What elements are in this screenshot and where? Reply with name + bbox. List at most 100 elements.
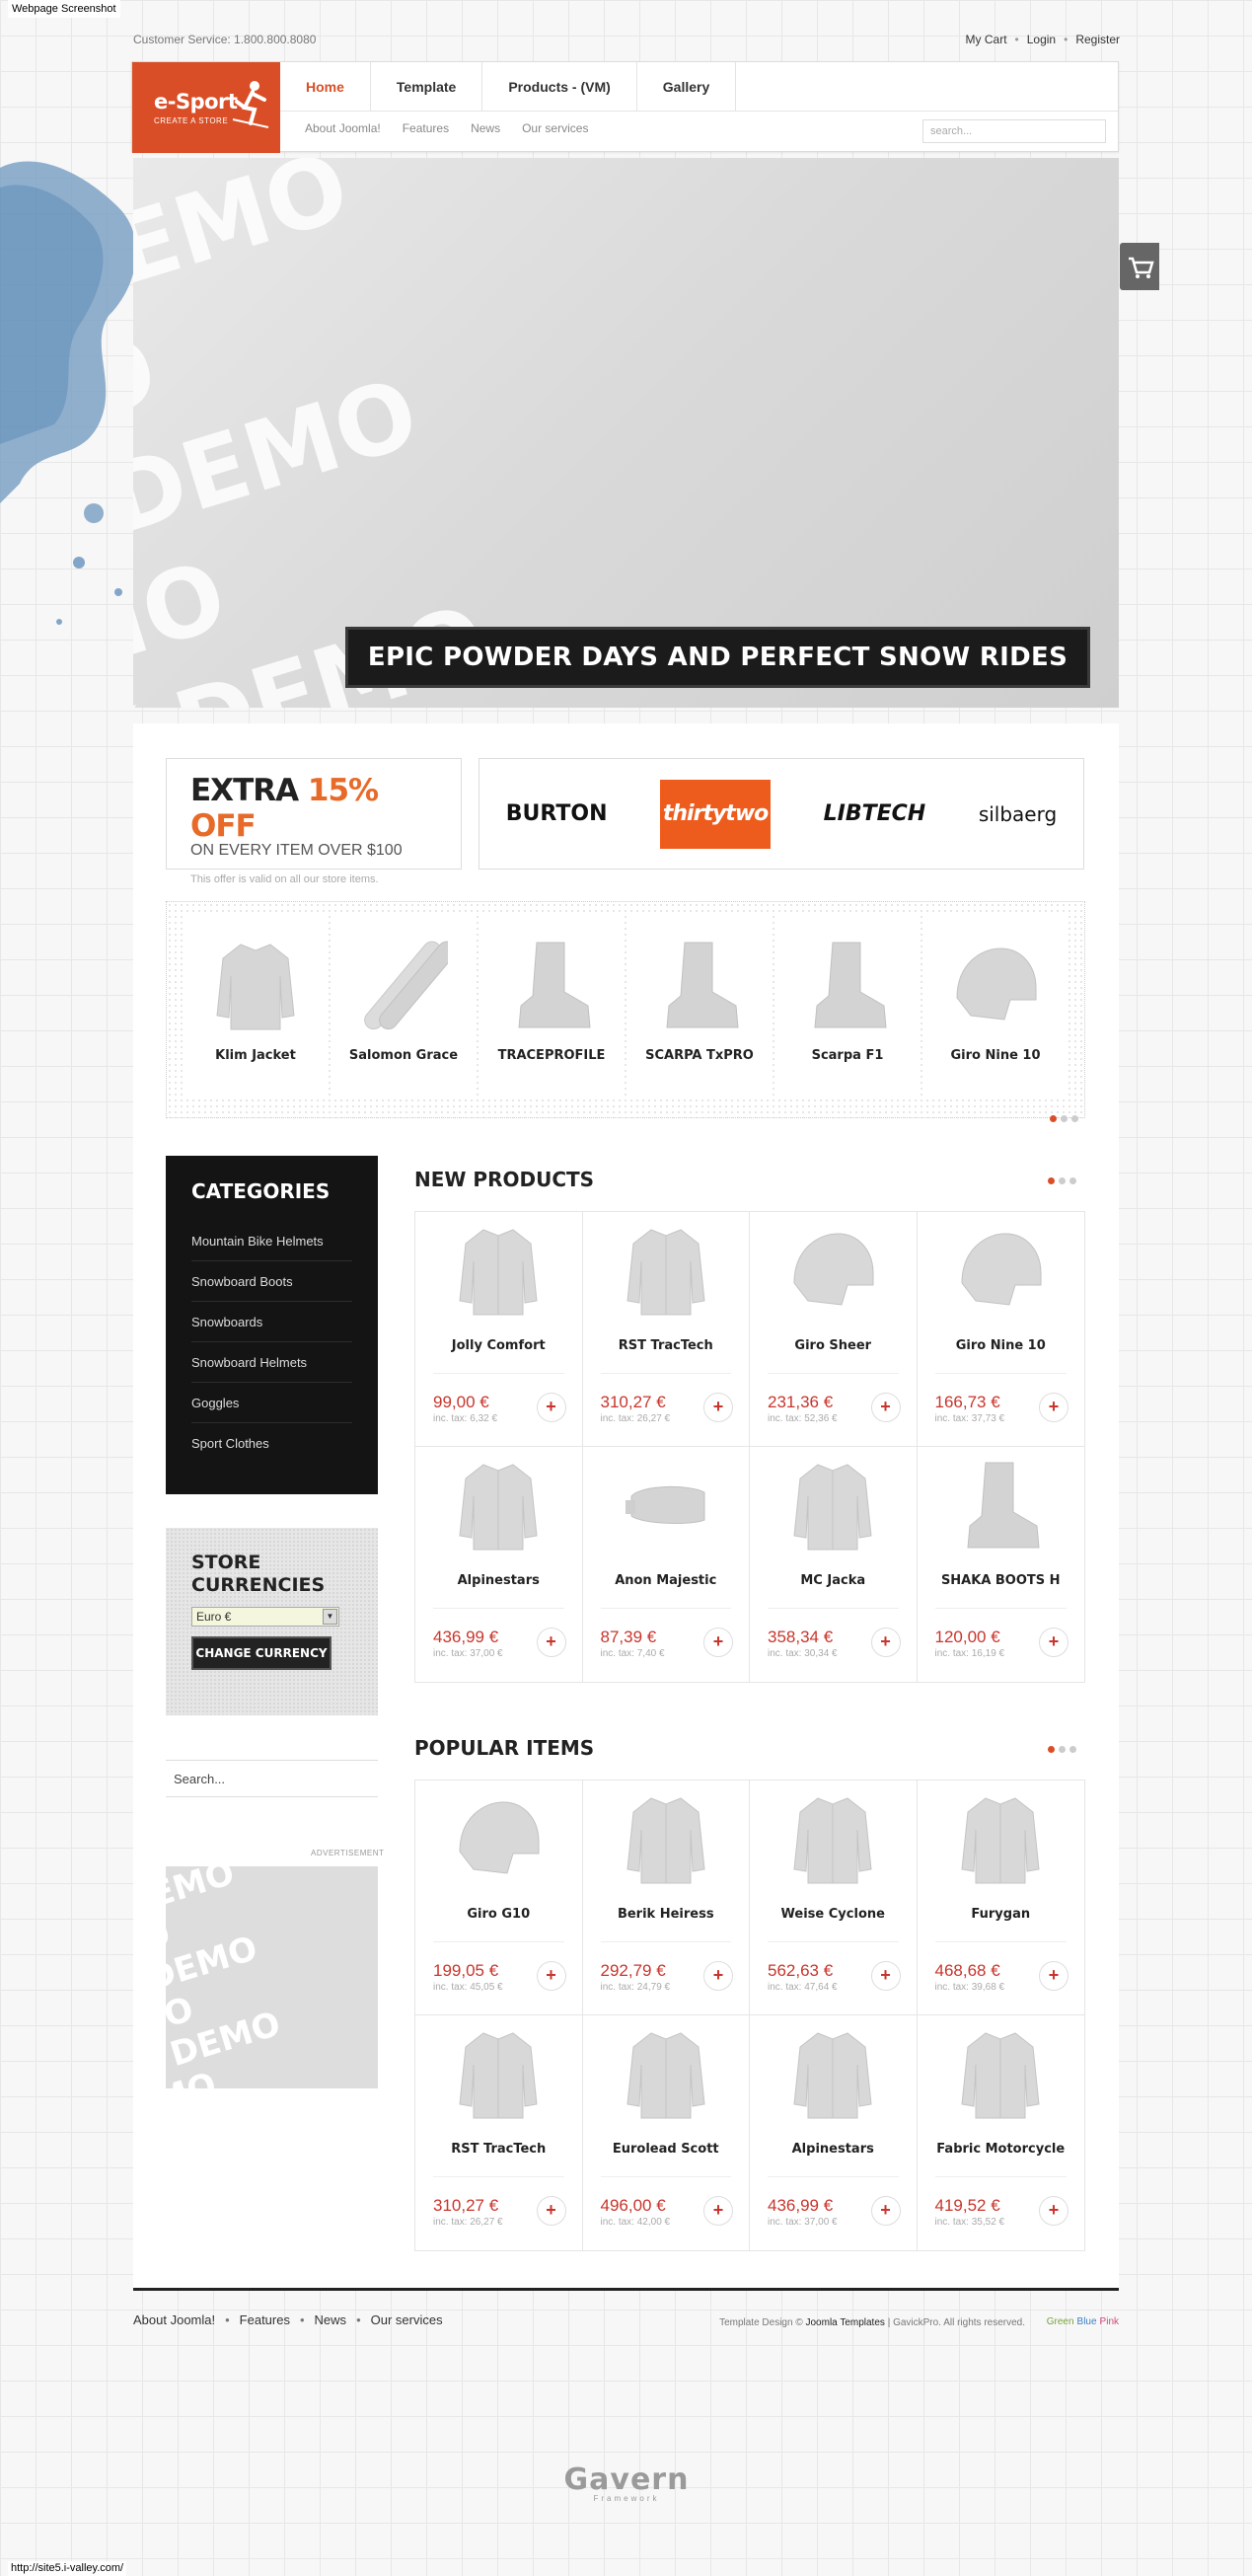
promo-box[interactable]: EXTRA 15% OFF ON EVERY ITEM OVER $100 Th… (166, 758, 462, 885)
product-card[interactable]: Fabric Motorcycle 419,52 € inc. tax: 35,52… (918, 2015, 1085, 2250)
add-to-cart-button[interactable]: + (703, 1393, 733, 1422)
add-to-cart-button[interactable]: + (1039, 2196, 1068, 2226)
brand-burton[interactable]: BURTON (506, 801, 608, 826)
register-link[interactable]: Register (1075, 33, 1120, 46)
pagination-dot[interactable] (1061, 1115, 1068, 1122)
add-to-cart-button[interactable]: + (1039, 1628, 1068, 1657)
add-to-cart-button[interactable]: + (536, 2196, 566, 2226)
carousel-item[interactable]: Salomon Grace (332, 912, 475, 1098)
site-logo[interactable]: e-Sport CREATE A STORE (132, 62, 280, 153)
add-to-cart-button[interactable]: + (1039, 1961, 1068, 1991)
product-name[interactable]: Giro Nine 10 (921, 1338, 1081, 1353)
nav-gallery[interactable]: Gallery (637, 62, 737, 111)
category-snowboard-boots[interactable]: Snowboard Boots (191, 1261, 352, 1302)
nav-home[interactable]: Home (280, 62, 371, 111)
footer-features[interactable]: Features (240, 2312, 290, 2327)
nav-template[interactable]: Template (371, 62, 483, 111)
joomla-templates-link[interactable]: Joomla Templates (805, 2317, 884, 2328)
category-goggles[interactable]: Goggles (191, 1383, 352, 1423)
product-name[interactable]: Giro G10 (419, 1907, 578, 1922)
carousel-item[interactable]: TRACEPROFILE (480, 912, 623, 1098)
product-name[interactable]: Fabric Motorcycle (921, 2142, 1081, 2157)
subnav-features[interactable]: Features (403, 121, 449, 135)
currency-select[interactable]: Euro € ▼ (191, 1607, 339, 1627)
add-to-cart-button[interactable]: + (870, 1961, 901, 1991)
add-to-cart-button[interactable]: + (870, 1628, 901, 1657)
product-card[interactable]: Weise Cyclone 562,63 € inc. tax: 47,64 € + (750, 1780, 918, 2015)
pagination-dot[interactable] (1050, 1115, 1057, 1122)
style-blue[interactable]: Blue (1077, 2316, 1097, 2327)
nav-products[interactable]: Products - (VM) (482, 62, 637, 111)
product-card[interactable]: Berik Heiress 292,79 € inc. tax: 24,79 € + (582, 1780, 750, 2015)
footer-our-services[interactable]: Our services (371, 2312, 443, 2327)
cart-button[interactable] (1120, 243, 1159, 290)
product-name[interactable]: Anon Majestic (587, 1573, 746, 1588)
subnav-about-joomla[interactable]: About Joomla! (305, 121, 381, 135)
add-to-cart-button[interactable]: + (536, 1961, 566, 1991)
subnav-our-services[interactable]: Our services (522, 121, 588, 135)
add-to-cart-button[interactable]: + (870, 1393, 901, 1422)
carousel-item[interactable]: Giro Nine 10 (924, 912, 1067, 1098)
product-card[interactable]: Giro Nine 10 166,73 € inc. tax: 37,73 € + (917, 1212, 1084, 1447)
product-card[interactable]: RST TracTech 310,27 € inc. tax: 26,27 € + (415, 2015, 583, 2250)
brand-thirtytwo[interactable]: thirtytwo (660, 779, 772, 849)
add-to-cart-button[interactable]: + (703, 1628, 733, 1657)
product-name[interactable]: RST TracTech (587, 1338, 746, 1353)
add-to-cart-button[interactable]: + (703, 2196, 733, 2226)
add-to-cart-button[interactable]: + (870, 2196, 901, 2226)
brand-libtech[interactable]: LIBTECH (824, 801, 926, 826)
add-to-cart-button[interactable]: + (703, 1961, 733, 1991)
add-to-cart-button[interactable]: + (1039, 1393, 1068, 1422)
product-card[interactable]: MC Jacka 358,34 € inc. tax: 30,34 € + (750, 1447, 918, 1682)
footer-news[interactable]: News (315, 2312, 347, 2327)
product-name[interactable]: Weise Cyclone (754, 1907, 913, 1922)
product-name[interactable]: SHAKA BOOTS H (921, 1573, 1081, 1588)
add-to-cart-button[interactable]: + (536, 1628, 566, 1657)
hero-banner[interactable]: GK DEMO GK DEMO GK DEMO GK DEMO GK DEMO … (133, 158, 1119, 708)
pagination-dot[interactable] (1059, 1177, 1066, 1184)
category-sport-clothes[interactable]: Sport Clothes (191, 1423, 352, 1464)
gavern-framework-logo[interactable]: Gavern Framework (552, 2462, 700, 2503)
pagination-dot[interactable] (1048, 1746, 1055, 1753)
product-card[interactable]: Alpinestars 436,99 € inc. tax: 37,00 € + (415, 1447, 583, 1682)
change-currency-button[interactable]: CHANGE CURRENCY (191, 1636, 331, 1670)
login-link[interactable]: Login (1027, 33, 1056, 46)
product-card[interactable]: Furygan 468,68 € inc. tax: 39,68 € + (917, 1780, 1084, 2015)
product-name[interactable]: MC Jacka (754, 1573, 913, 1588)
product-name[interactable]: Alpinestars (754, 2142, 913, 2157)
product-card[interactable]: Alpinestars 436,99 € inc. tax: 37,00 € + (750, 2015, 918, 2250)
category-snowboard-helmets[interactable]: Snowboard Helmets (191, 1342, 352, 1383)
product-card[interactable]: Anon Majestic 87,39 € inc. tax: 7,40 € + (583, 1447, 750, 1682)
product-card[interactable]: Eurolead Scott 496,00 € inc. tax: 42,00 € + (583, 2015, 750, 2250)
pagination-dot[interactable] (1048, 1177, 1055, 1184)
product-name[interactable]: Berik Heiress (587, 1907, 746, 1922)
pagination-dot[interactable] (1059, 1746, 1066, 1753)
category-snowboards[interactable]: Snowboards (191, 1302, 352, 1342)
style-pink[interactable]: Pink (1100, 2316, 1119, 2327)
my-cart-link[interactable]: My Cart (966, 33, 1007, 46)
header-search-input[interactable]: search... (922, 119, 1106, 143)
carousel-item[interactable]: Scarpa F1 (776, 912, 919, 1098)
product-card[interactable]: RST TracTech 310,27 € inc. tax: 26,27 € + (582, 1212, 750, 1447)
product-name[interactable]: Furygan (921, 1907, 1081, 1922)
product-name[interactable]: Giro Sheer (754, 1338, 913, 1353)
product-card[interactable]: Giro Sheer 231,36 € inc. tax: 52,36 € + (750, 1212, 918, 1447)
carousel-item[interactable]: SCARPA TxPRO (628, 912, 771, 1098)
product-name[interactable]: Alpinestars (419, 1573, 578, 1588)
subnav-news[interactable]: News (471, 121, 500, 135)
product-card[interactable]: SHAKA BOOTS H 120,00 € inc. tax: 16,19 € + (918, 1447, 1085, 1682)
carousel-item[interactable]: Klim Jacket (184, 912, 327, 1098)
pagination-dot[interactable] (1069, 1746, 1076, 1753)
brand-silbaerg[interactable]: silbaerg (979, 802, 1057, 826)
add-to-cart-button[interactable]: + (536, 1393, 566, 1422)
product-card[interactable]: Giro G10 199,05 € inc. tax: 45,05 € + (415, 1780, 583, 2015)
pagination-dot[interactable] (1069, 1177, 1076, 1184)
sidebar-search-input[interactable]: Search... (166, 1760, 378, 1797)
pagination-dot[interactable] (1071, 1115, 1078, 1122)
footer-about-joomla[interactable]: About Joomla! (133, 2312, 215, 2327)
product-name[interactable]: Eurolead Scott (587, 2142, 746, 2157)
style-green[interactable]: Green (1047, 2316, 1074, 2327)
product-name[interactable]: RST TracTech (419, 2142, 578, 2157)
product-card[interactable]: Jolly Comfort 99,00 € inc. tax: 6,32 € + (415, 1212, 583, 1447)
advertisement-banner[interactable]: GK DEMO GK DEMO GK DEMO GK DEMO GK DEMO … (166, 1866, 378, 2088)
